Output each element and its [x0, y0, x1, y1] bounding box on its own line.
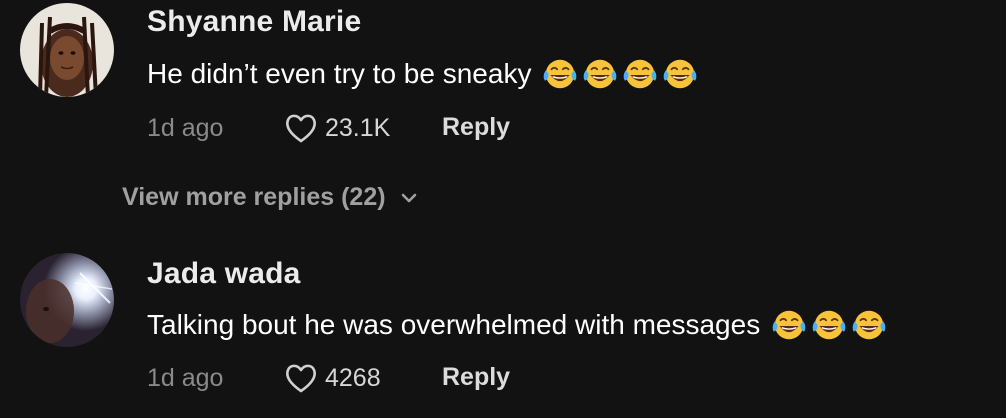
- like-button[interactable]: 23.1K: [284, 110, 390, 146]
- comment-meta: 1d ago 23.1K Reply: [147, 108, 847, 148]
- face-with-tears-of-joy-icon: [621, 55, 659, 93]
- face-with-tears-of-joy-icon: [661, 55, 699, 93]
- comment-item: Jada wada Talking bout he was overwhelme…: [0, 250, 1006, 418]
- comment-text: He didn’t even try to be sneaky: [147, 55, 699, 93]
- avatar[interactable]: [20, 253, 114, 347]
- face-with-tears-of-joy-icon: [581, 55, 619, 93]
- heart-icon: [284, 362, 318, 394]
- comment-text-body: He didn’t even try to be sneaky: [147, 58, 532, 89]
- like-count: 23.1K: [325, 113, 391, 142]
- view-more-replies-button[interactable]: View more replies (22): [122, 183, 420, 212]
- comment-meta: 1d ago 4268 Reply: [147, 358, 847, 398]
- avatar-photo-icon: [20, 253, 114, 347]
- timestamp: 1d ago: [147, 114, 224, 142]
- face-with-tears-of-joy-icon: [770, 306, 808, 344]
- emoji-group: [541, 55, 699, 93]
- chevron-down-icon: [401, 193, 416, 202]
- comment-item: Shyanne Marie He didn’t even try to be s…: [0, 0, 1006, 211]
- avatar[interactable]: [20, 3, 114, 97]
- avatar-photo-icon: [20, 3, 114, 97]
- heart-icon: [284, 112, 318, 144]
- timestamp: 1d ago: [147, 364, 224, 392]
- like-button[interactable]: 4268: [284, 360, 381, 396]
- username[interactable]: Shyanne Marie: [147, 5, 361, 39]
- comment-text: Talking bout he was overwhelmed with mes…: [147, 306, 888, 344]
- reply-button[interactable]: Reply: [442, 363, 510, 392]
- username[interactable]: Jada wada: [147, 257, 301, 291]
- emoji-group: [770, 306, 888, 344]
- comment-text-body: Talking bout he was overwhelmed with mes…: [147, 309, 761, 340]
- like-count: 4268: [325, 363, 381, 392]
- face-with-tears-of-joy-icon: [810, 306, 848, 344]
- face-with-tears-of-joy-icon: [541, 55, 579, 93]
- view-more-replies-label: View more replies (22): [122, 183, 386, 211]
- face-with-tears-of-joy-icon: [850, 306, 888, 344]
- reply-button[interactable]: Reply: [442, 113, 510, 142]
